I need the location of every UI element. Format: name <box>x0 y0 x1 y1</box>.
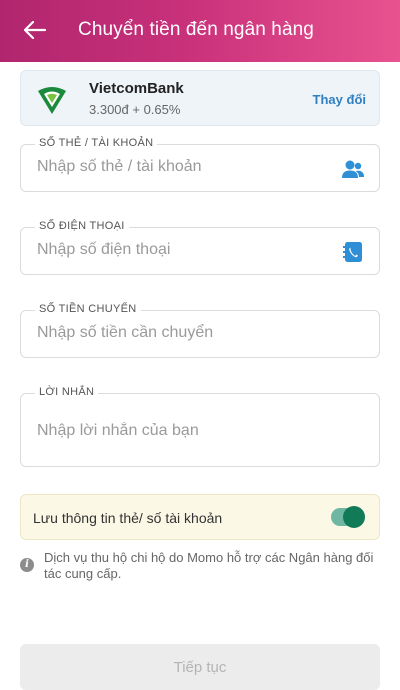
phonebook-icon[interactable] <box>341 241 365 263</box>
toggle-knob <box>343 506 365 528</box>
phone-number-label: SỐ ĐIỆN THOẠI <box>35 220 129 232</box>
phone-number-field: SỐ ĐIỆN THOẠI <box>20 220 380 275</box>
continue-button-label: Tiếp tục <box>173 658 227 676</box>
phone-number-input[interactable] <box>37 241 327 259</box>
info-icon: i <box>20 558 34 572</box>
arrow-left-icon <box>24 21 46 39</box>
account-number-label: SỐ THẺ / TÀI KHOẢN <box>35 137 158 149</box>
continue-button[interactable]: Tiếp tục <box>20 644 380 690</box>
page-title: Chuyển tiền đến ngân hàng <box>78 19 314 40</box>
transfer-amount-input[interactable] <box>37 324 327 342</box>
message-field: LỜI NHẮN <box>20 386 380 467</box>
save-account-row: Lưu thông tin thẻ/ số tài khoản <box>20 494 380 540</box>
message-input[interactable] <box>37 422 327 444</box>
selected-bank-card: VietcomBank 3.300đ + 0.65% Thay đổi <box>20 70 380 126</box>
transfer-amount-field: SỐ TIỀN CHUYỂN <box>20 303 380 358</box>
contacts-icon[interactable] <box>341 158 365 180</box>
vietcombank-logo-icon <box>38 87 66 114</box>
back-button[interactable] <box>20 15 50 45</box>
app-header: Chuyển tiền đến ngân hàng <box>0 0 400 62</box>
account-number-input[interactable] <box>37 158 327 176</box>
transfer-amount-label: SỐ TIỀN CHUYỂN <box>35 303 141 315</box>
service-info-text: Dịch vụ thu hộ chi hộ do Momo hỗ trợ các… <box>44 550 374 581</box>
save-account-label: Lưu thông tin thẻ/ số tài khoản <box>33 510 223 526</box>
save-account-toggle[interactable] <box>331 506 365 528</box>
account-number-field: SỐ THẺ / TÀI KHOẢN <box>20 137 380 192</box>
transfer-fee: 3.300đ + 0.65% <box>89 102 181 117</box>
bank-name: VietcomBank <box>89 80 184 97</box>
message-label: LỜI NHẮN <box>35 386 99 398</box>
change-bank-link[interactable]: Thay đổi <box>313 92 366 107</box>
